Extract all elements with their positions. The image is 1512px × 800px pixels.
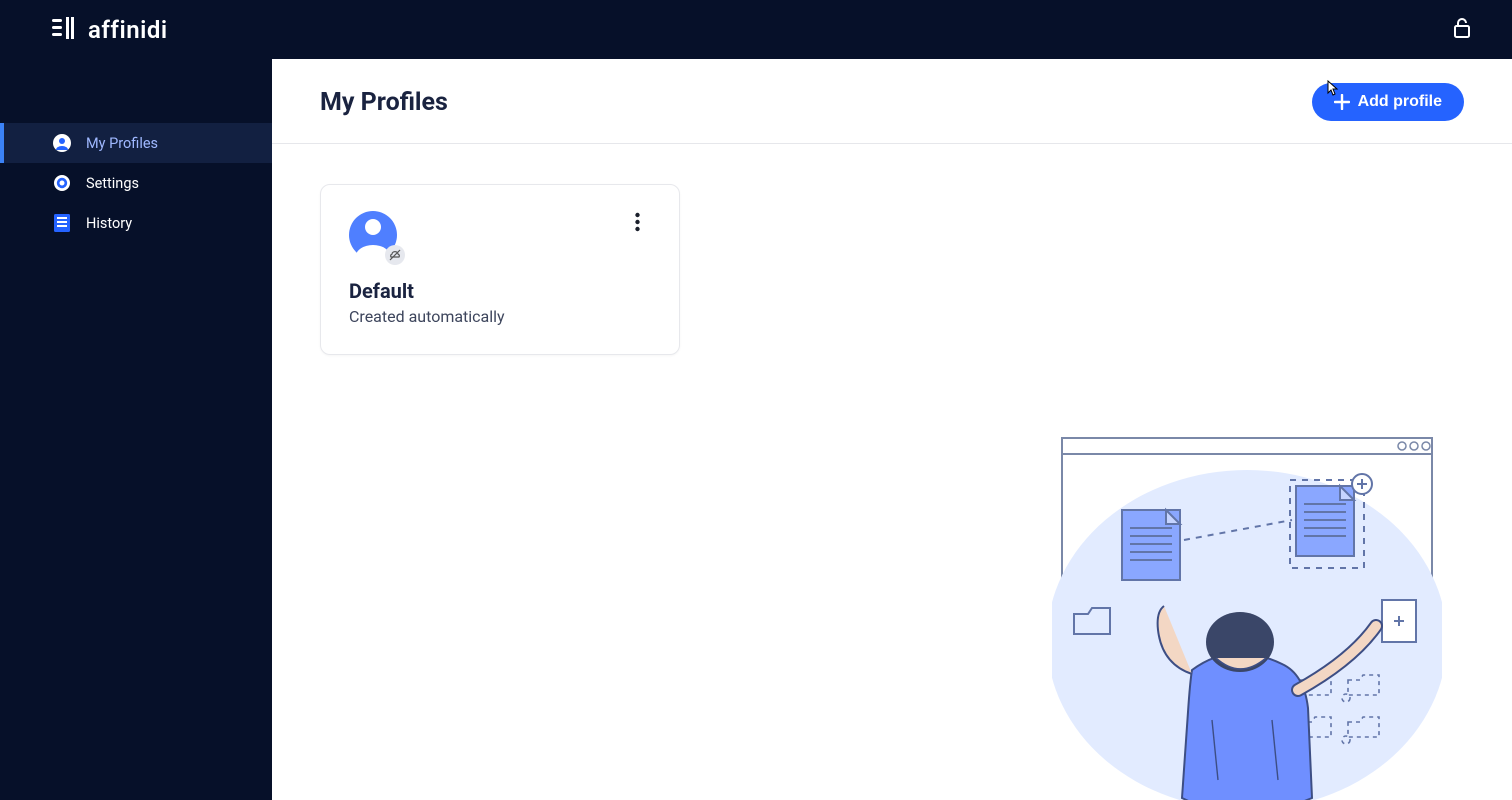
- brand-logo-icon: [52, 17, 78, 43]
- sidebar-item-settings[interactable]: Settings: [0, 163, 272, 203]
- page-title: My Profiles: [320, 88, 448, 117]
- profile-avatar: [349, 211, 399, 261]
- page-header: My Profiles Add profile: [272, 59, 1512, 144]
- plus-icon: [1334, 94, 1350, 110]
- lock-icon: [1452, 27, 1472, 42]
- topbar: affinidi: [0, 0, 1512, 59]
- sidebar-item-label: History: [86, 215, 132, 232]
- sidebar-item-label: My Profiles: [86, 135, 158, 152]
- lock-button[interactable]: [1452, 17, 1472, 42]
- list-icon: [52, 213, 72, 233]
- profile-subtitle: Created automatically: [349, 307, 651, 326]
- add-profile-label: Add profile: [1358, 93, 1442, 111]
- profile-card[interactable]: Default Created automatically: [320, 184, 680, 355]
- sidebar: My Profiles Settings Histor: [0, 59, 272, 800]
- avatar-icon: [52, 133, 72, 153]
- kebab-icon: [635, 212, 640, 235]
- brand-name: affinidi: [88, 16, 168, 44]
- main: My Profiles Add profile: [272, 59, 1512, 800]
- cloud-off-icon: [385, 245, 405, 265]
- gear-icon: [52, 173, 72, 193]
- add-profile-button[interactable]: Add profile: [1312, 83, 1464, 121]
- sidebar-item-history[interactable]: History: [0, 203, 272, 243]
- body: My Profiles Settings Histor: [0, 59, 1512, 800]
- profile-name: Default: [349, 279, 651, 303]
- illustration: [1052, 430, 1442, 800]
- content-area: Default Created automatically: [272, 144, 1512, 800]
- sidebar-item-label: Settings: [86, 175, 139, 192]
- sidebar-item-my-profiles[interactable]: My Profiles: [0, 123, 272, 163]
- profile-menu-button[interactable]: [625, 211, 649, 235]
- brand: affinidi: [52, 16, 168, 44]
